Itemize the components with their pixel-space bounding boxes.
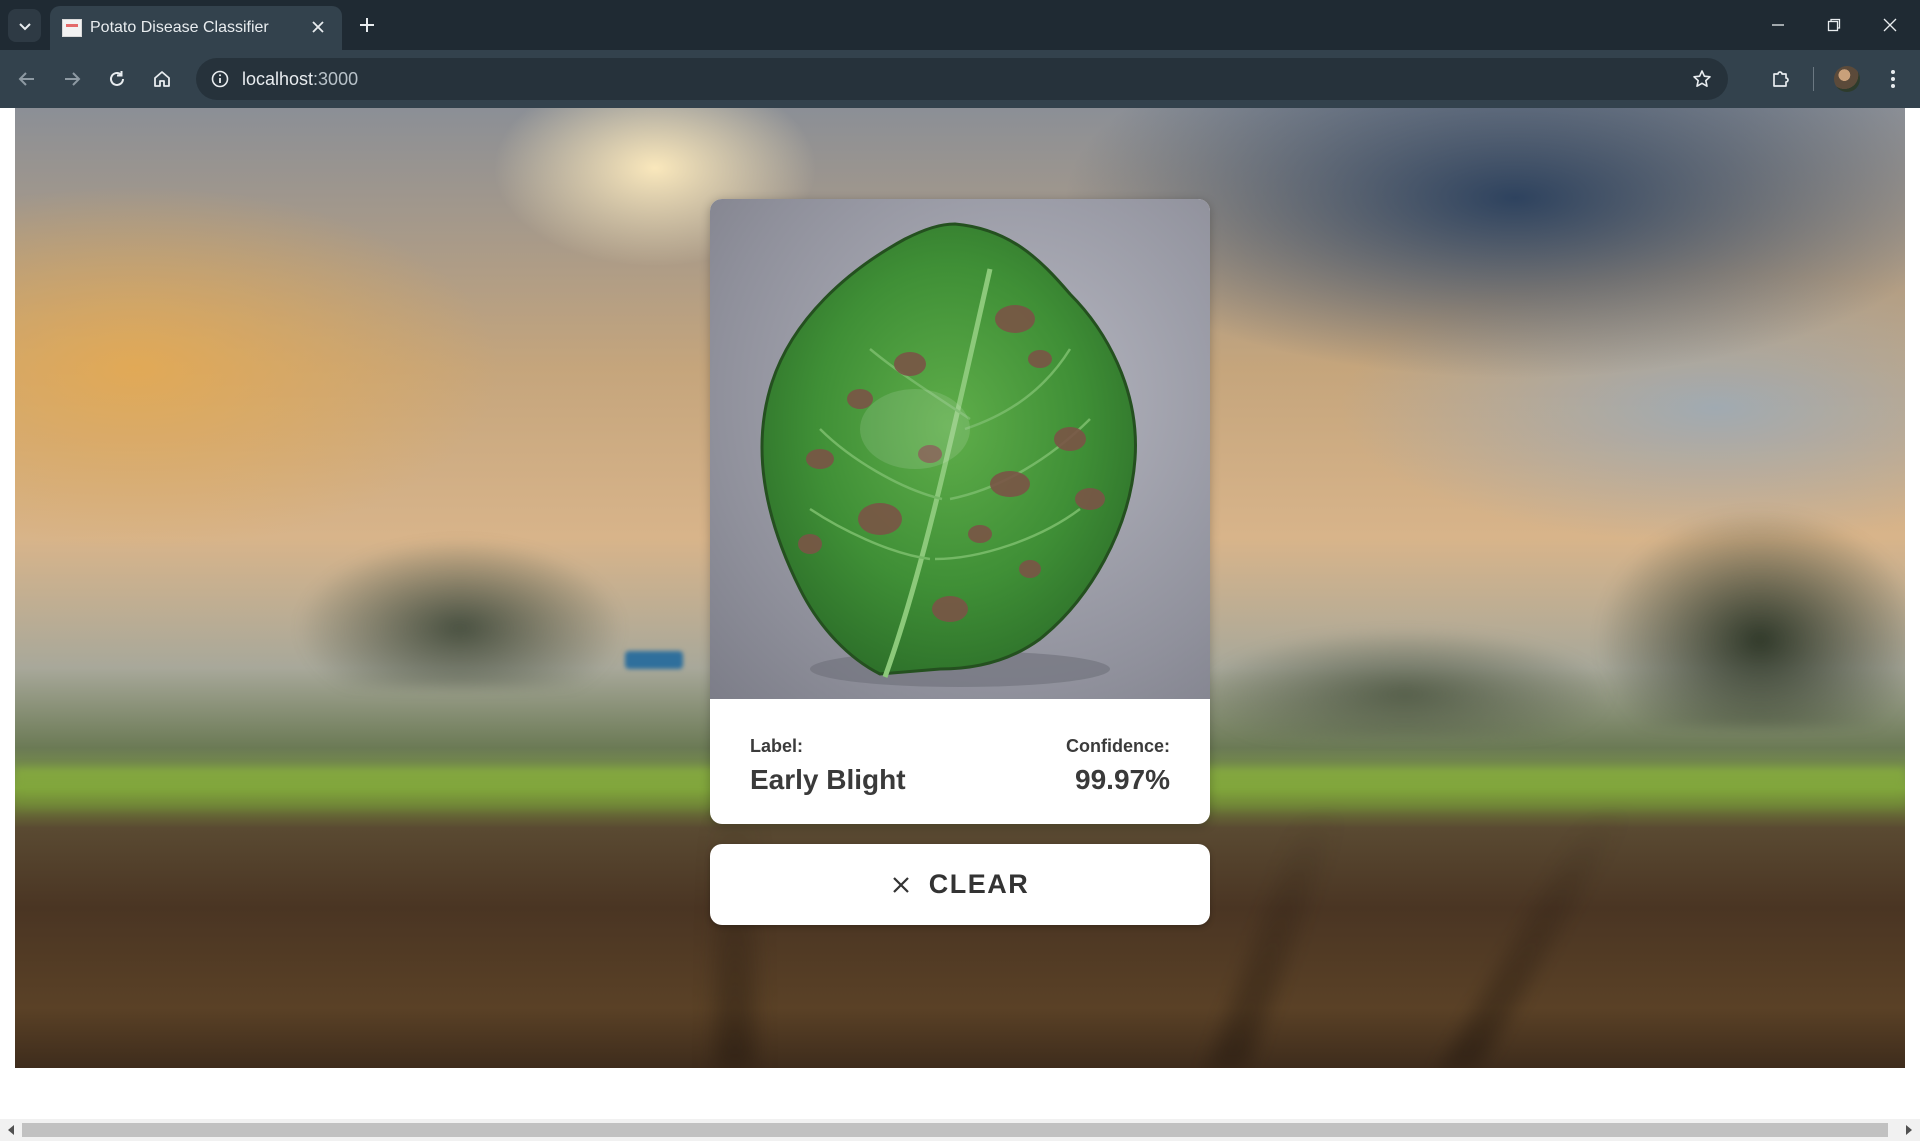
background-trees xyxy=(1595,508,1905,728)
new-tab-button[interactable] xyxy=(351,9,383,41)
page-viewport: Label: Early Blight Confidence: 99.97% C… xyxy=(0,108,1920,1119)
clear-button-label: CLEAR xyxy=(928,869,1030,899)
reload-icon xyxy=(110,71,124,86)
confidence-caption: Confidence: xyxy=(1065,736,1170,756)
background-trees xyxy=(1195,628,1615,738)
toolbar-separator xyxy=(1813,67,1814,91)
reload-button[interactable] xyxy=(100,62,134,96)
clear-button[interactable]: CLEAR xyxy=(710,844,1210,925)
browser-toolbar: localhost:3000 xyxy=(0,50,1920,108)
tab-title: Potato Disease Classifier xyxy=(90,19,269,36)
info-icon xyxy=(211,70,229,88)
extensions-button[interactable] xyxy=(1764,62,1798,96)
close-icon xyxy=(892,876,909,893)
background-furrow xyxy=(1207,808,1343,1068)
arrow-right-icon xyxy=(65,72,81,86)
minimize-button[interactable] xyxy=(1750,0,1806,50)
background-trees xyxy=(295,538,625,688)
kebab-menu-icon xyxy=(1891,70,1895,88)
background-object xyxy=(625,651,683,669)
close-icon xyxy=(312,21,324,33)
arrow-left-icon xyxy=(18,72,34,86)
background-furrow xyxy=(1439,808,1631,1068)
tab-search-button[interactable] xyxy=(8,9,41,42)
browser-titlebar: Potato Disease Classifier xyxy=(0,0,1920,50)
label-caption: Label: xyxy=(750,736,804,756)
minimize-icon xyxy=(1772,24,1784,26)
home-button[interactable] xyxy=(145,62,179,96)
chevron-down-icon xyxy=(18,22,31,30)
scroll-right-button[interactable] xyxy=(1898,1119,1920,1141)
tab-close-button[interactable] xyxy=(306,15,330,39)
address-bar[interactable]: localhost:3000 xyxy=(196,58,1728,100)
profile-avatar[interactable] xyxy=(1834,66,1860,92)
close-window-button[interactable] xyxy=(1862,0,1918,50)
forward-button[interactable] xyxy=(55,62,89,96)
scroll-left-button[interactable] xyxy=(0,1119,22,1141)
bookmark-button[interactable] xyxy=(1686,63,1718,95)
url-port: :3000 xyxy=(313,69,359,89)
horizontal-scrollbar[interactable] xyxy=(0,1119,1920,1141)
triangle-right-icon xyxy=(1906,1125,1912,1135)
back-button[interactable] xyxy=(10,62,44,96)
predicted-label: Early Blight xyxy=(750,764,906,795)
scrollbar-thumb[interactable] xyxy=(22,1123,1888,1137)
favicon-icon xyxy=(62,19,82,37)
browser-tab[interactable]: Potato Disease Classifier xyxy=(50,6,342,50)
leaf-illustration xyxy=(760,222,1137,687)
browser-menu-button[interactable] xyxy=(1876,62,1910,96)
close-icon xyxy=(1883,18,1897,32)
result-card: Label: Early Blight Confidence: 99.97% xyxy=(710,199,1210,824)
result-details: Label: Early Blight Confidence: 99.97% xyxy=(710,699,1210,824)
url-text: localhost:3000 xyxy=(242,69,358,90)
confidence-value: 99.97% xyxy=(1075,764,1170,795)
star-icon xyxy=(1693,70,1711,87)
restore-icon xyxy=(1827,18,1841,32)
plus-icon xyxy=(360,18,374,32)
uploaded-leaf-image xyxy=(710,199,1210,699)
site-info-button[interactable] xyxy=(204,63,236,95)
url-host: localhost xyxy=(242,69,314,89)
home-icon xyxy=(154,71,170,87)
triangle-left-icon xyxy=(8,1125,14,1135)
puzzle-icon xyxy=(1773,71,1789,87)
restore-button[interactable] xyxy=(1806,0,1862,50)
